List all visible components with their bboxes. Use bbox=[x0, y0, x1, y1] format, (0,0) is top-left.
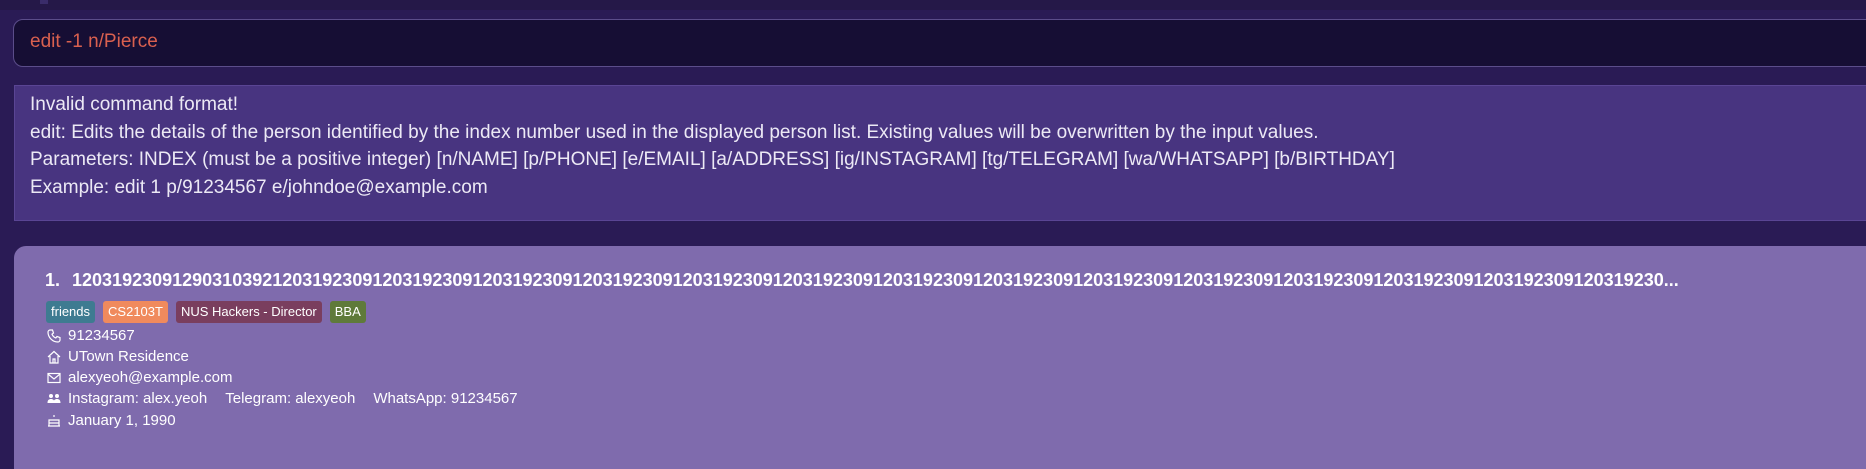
person-name: 1203192309129031039212031923091203192309… bbox=[72, 270, 1679, 290]
command-box[interactable]: edit -1 n/Pierce bbox=[13, 19, 1866, 67]
result-line: Invalid command format! bbox=[30, 94, 239, 115]
result-line: Parameters: INDEX (must be a positive in… bbox=[30, 149, 1395, 170]
birthday-text: January 1, 1990 bbox=[68, 412, 176, 429]
cake-icon bbox=[46, 413, 62, 429]
app-window: edit -1 n/Pierce Invalid command format!… bbox=[0, 0, 1866, 469]
result-line: edit: Edits the details of the person id… bbox=[30, 122, 1319, 143]
result-display: Invalid command format! edit: Edits the … bbox=[14, 85, 1866, 221]
address-text: UTown Residence bbox=[68, 348, 189, 365]
tag-list: friends CS2103T NUS Hackers - Director B… bbox=[46, 301, 366, 323]
tag: friends bbox=[46, 301, 96, 323]
telegram-text: Telegram: alexyeoh bbox=[225, 390, 356, 407]
whatsapp-text: WhatsApp: 91234567 bbox=[373, 390, 518, 407]
tag: NUS Hackers - Director bbox=[175, 301, 322, 323]
email-text: alexyeoh@example.com bbox=[68, 369, 233, 386]
mail-icon bbox=[46, 370, 62, 386]
menu-remnant bbox=[40, 0, 48, 4]
person-list[interactable]: 1. 12031923091290310392120319230912031923… bbox=[14, 246, 1866, 469]
instagram-text: Instagram: alex.yeoh bbox=[68, 390, 208, 407]
top-strip bbox=[0, 0, 1866, 10]
phone-row: 91234567 bbox=[46, 327, 135, 344]
phone-text: 91234567 bbox=[68, 327, 135, 344]
tag: BBA bbox=[329, 301, 366, 323]
phone-icon bbox=[46, 328, 62, 344]
person-card-title: 1. 12031923091290310392120319230912031923… bbox=[45, 270, 1866, 291]
social-row: Instagram: alex.yeoh Telegram: alexyeoh … bbox=[46, 390, 536, 407]
result-line: Example: edit 1 p/91234567 e/johndoe@exa… bbox=[30, 177, 488, 198]
email-row: alexyeoh@example.com bbox=[46, 369, 232, 386]
command-input[interactable]: edit -1 n/Pierce bbox=[30, 31, 158, 53]
home-icon bbox=[46, 349, 62, 365]
birthday-row: January 1, 1990 bbox=[46, 412, 176, 429]
tag: CS2103T bbox=[103, 301, 168, 323]
people-icon bbox=[46, 391, 62, 407]
address-row: UTown Residence bbox=[46, 348, 189, 365]
person-index: 1. bbox=[45, 270, 61, 290]
